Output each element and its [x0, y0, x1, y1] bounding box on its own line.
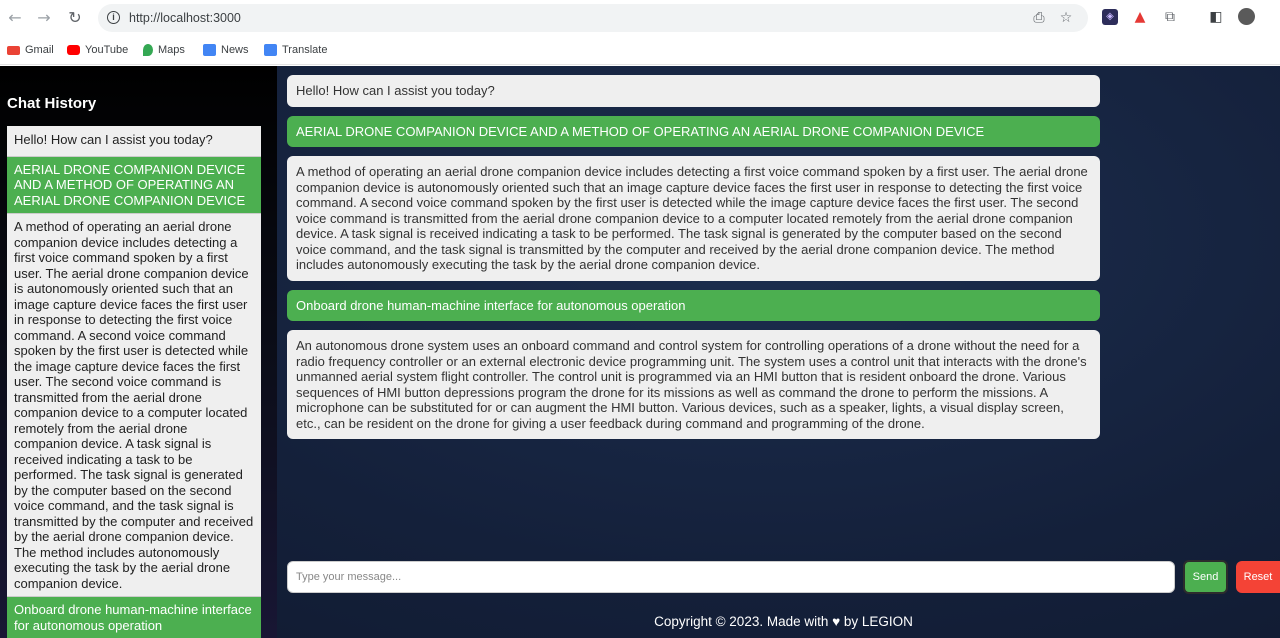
bookmark-youtube[interactable]: YouTube	[67, 42, 128, 58]
translate-icon	[264, 44, 277, 56]
message-input[interactable]	[287, 561, 1175, 593]
assistant-message: A method of operating an aerial drone co…	[287, 156, 1100, 281]
history-item[interactable]: Onboard drone human-machine interface fo…	[7, 597, 261, 638]
forward-icon[interactable]: →	[33, 7, 55, 29]
history-item[interactable]: AERIAL DRONE COMPANION DEVICE AND A METH…	[7, 156, 261, 214]
history-list[interactable]: Hello! How can I assist you today? AERIA…	[7, 126, 261, 638]
youtube-icon	[67, 45, 80, 55]
site-info-icon[interactable]: i	[107, 11, 120, 24]
address-bar[interactable]: i http://localhost:3000 ⎙ ☆	[98, 4, 1088, 32]
assistant-message: Hello! How can I assist you today?	[287, 75, 1100, 107]
user-message: Onboard drone human-machine interface fo…	[287, 289, 1100, 321]
bookmark-gmail[interactable]: Gmail	[7, 42, 54, 58]
profile-avatar[interactable]	[1238, 8, 1255, 25]
news-icon	[203, 44, 216, 56]
gmail-icon	[7, 45, 20, 55]
bookmark-maps[interactable]: Maps	[143, 42, 185, 58]
browser-toolbar: ← → ↻ i http://localhost:3000 ⎙ ☆ ◈ ▲ ⧉ …	[0, 0, 1280, 36]
extension-red-icon[interactable]: ▲	[1132, 9, 1148, 25]
extensions-puzzle-icon[interactable]: ⧉	[1162, 9, 1178, 25]
history-item[interactable]: Hello! How can I assist you today?	[7, 126, 261, 157]
bookmarks-bar: Gmail YouTube Maps News Translate	[0, 36, 1280, 65]
url-text: http://localhost:3000	[129, 11, 241, 25]
message-list: Hello! How can I assist you today? AERIA…	[287, 75, 1100, 448]
bookmark-star-icon[interactable]: ☆	[1058, 10, 1074, 26]
install-app-icon[interactable]: ⎙	[1031, 10, 1047, 26]
reset-button[interactable]: Reset	[1236, 561, 1280, 593]
back-icon[interactable]: ←	[4, 7, 26, 29]
extension-icon[interactable]: ◈	[1102, 9, 1118, 25]
reload-icon[interactable]: ↻	[64, 7, 86, 29]
chat-app: Chat History Hello! How can I assist you…	[0, 66, 1280, 638]
user-message: AERIAL DRONE COMPANION DEVICE AND A METH…	[287, 115, 1100, 147]
bookmark-news[interactable]: News	[203, 42, 249, 58]
bookmark-translate[interactable]: Translate	[264, 42, 327, 58]
side-panel-icon[interactable]: ◧	[1208, 9, 1224, 25]
history-item[interactable]: A method of operating an aerial drone co…	[7, 214, 261, 597]
footer-copyright: Copyright © 2023. Made with ♥ by LEGION	[654, 614, 913, 629]
assistant-message: An autonomous drone system uses an onboa…	[287, 330, 1100, 439]
maps-icon	[143, 44, 153, 56]
send-button[interactable]: Send	[1183, 560, 1228, 594]
sidebar-title: Chat History	[7, 95, 97, 112]
chat-history-sidebar: Chat History Hello! How can I assist you…	[0, 66, 277, 638]
